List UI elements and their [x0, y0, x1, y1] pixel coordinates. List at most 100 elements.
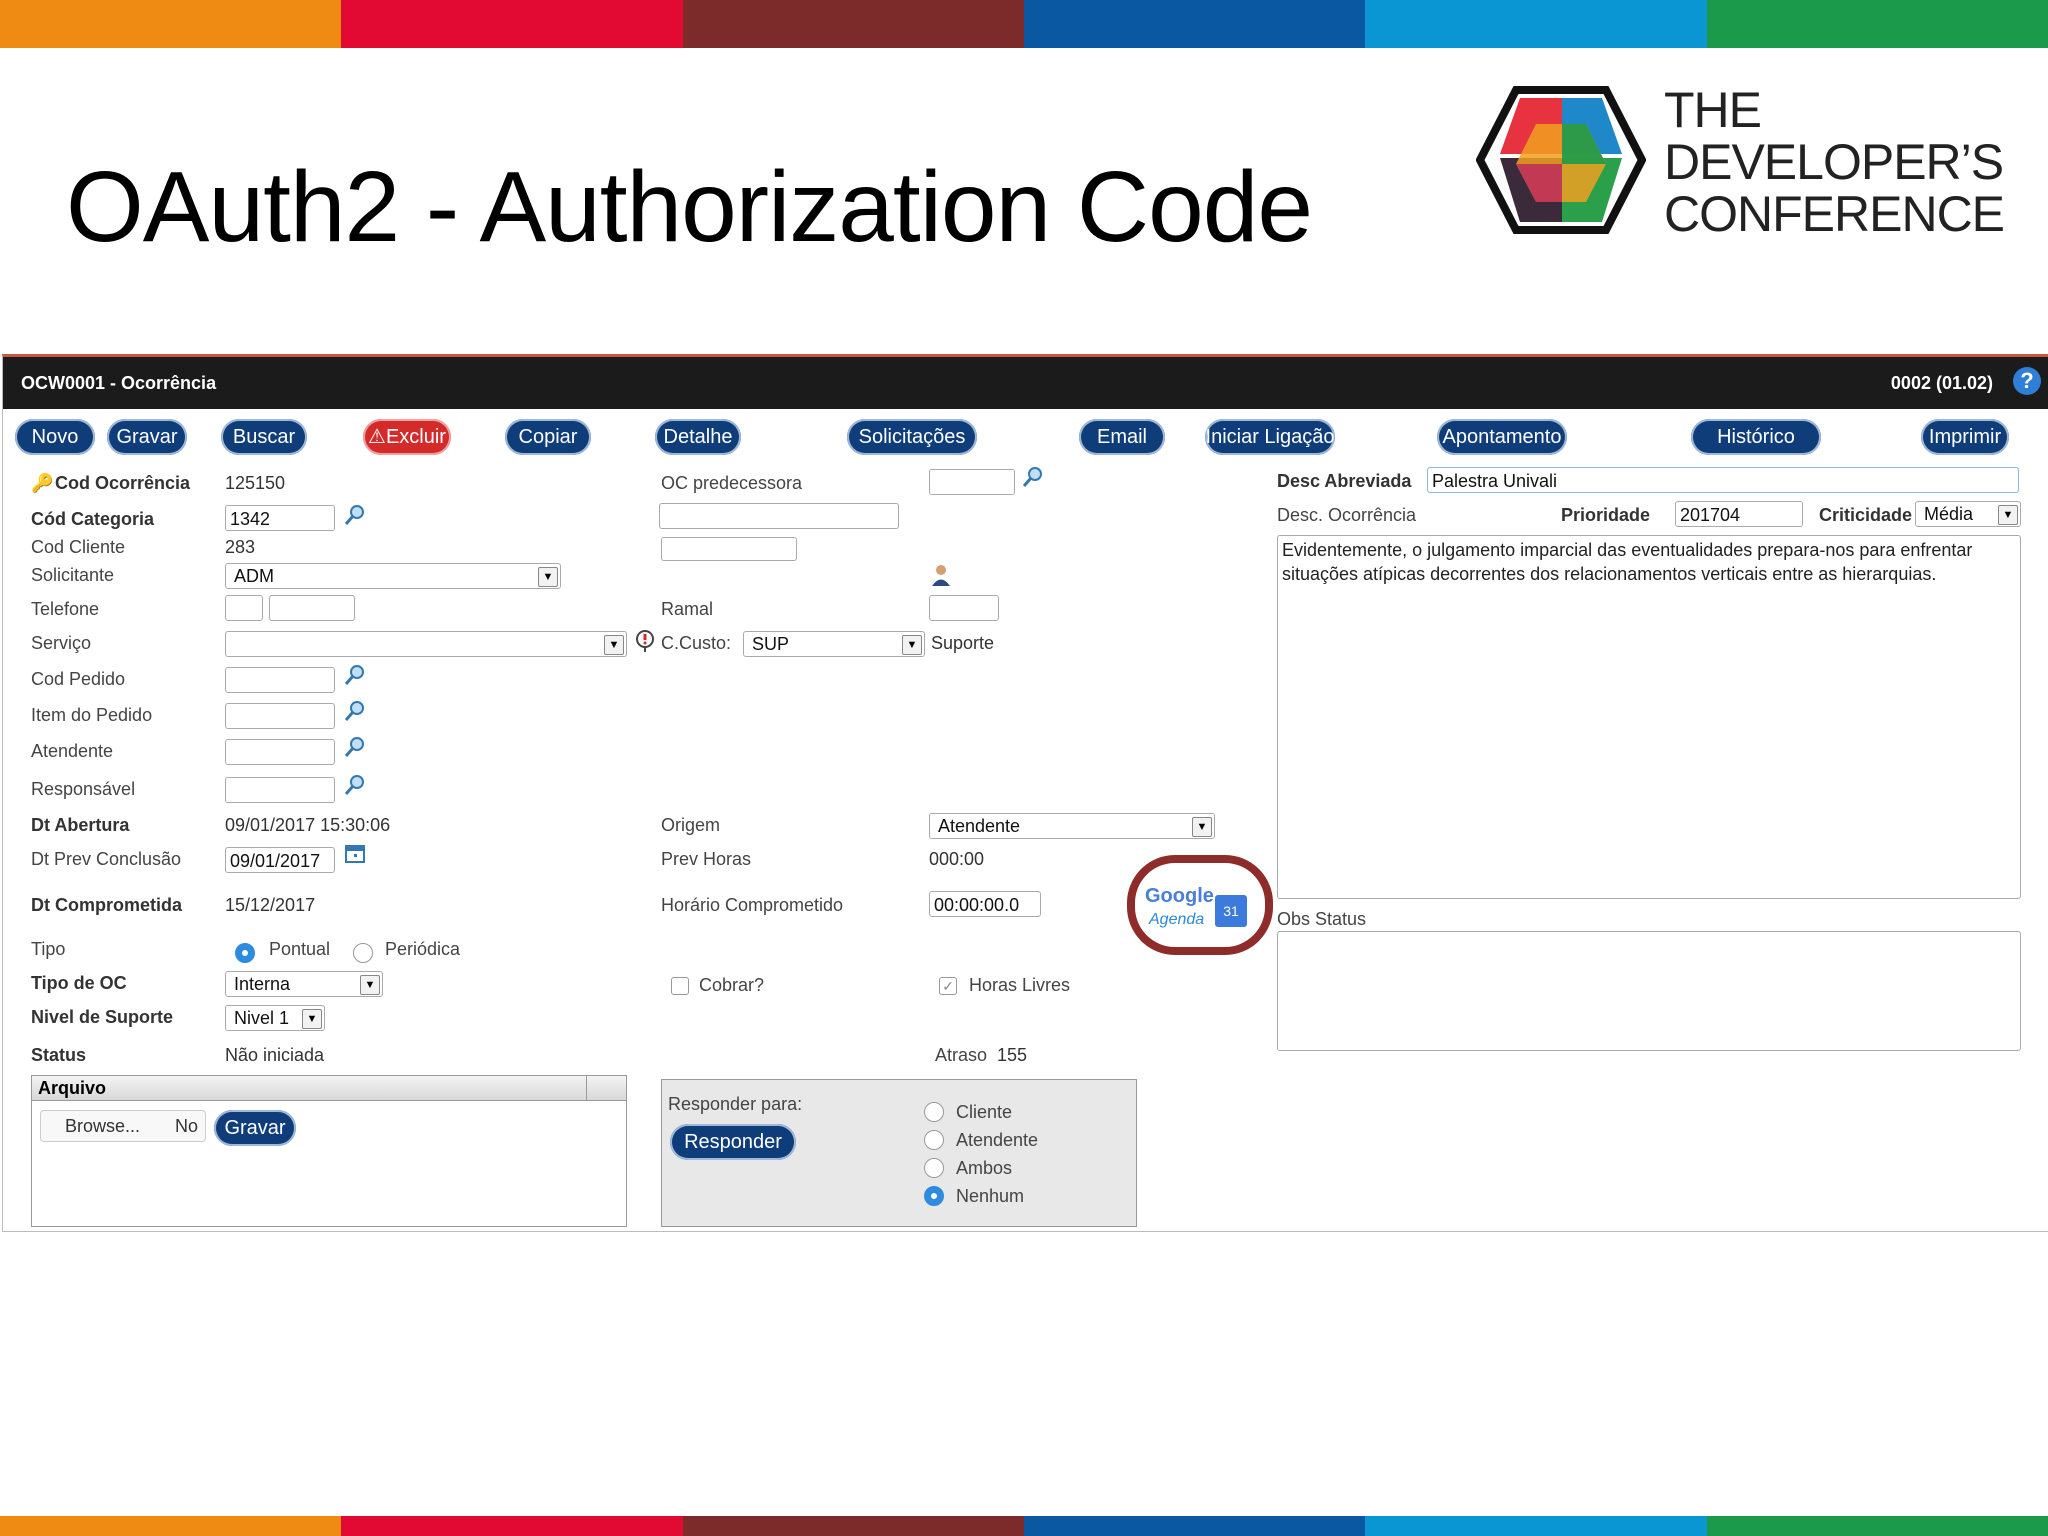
gravar-button[interactable]: Gravar — [107, 419, 187, 455]
responder-ambos-radio[interactable] — [924, 1158, 944, 1178]
dt-prev-conclusao-input[interactable]: 09/01/2017 — [225, 847, 335, 873]
telefone-label: Telefone — [31, 599, 100, 619]
prev-horas-label: Prev Horas — [661, 849, 752, 869]
calendar-icon: 31 — [1215, 895, 1247, 927]
desc-abreviada-label: Desc Abreviada — [1277, 471, 1412, 491]
cod-pedido-input[interactable] — [225, 667, 335, 693]
status-label: Status — [31, 1045, 87, 1065]
excluir-button[interactable]: ⚠Excluir — [363, 419, 451, 455]
oc-predecessora-desc-input[interactable] — [659, 503, 899, 529]
obs-status-label: Obs Status — [1277, 909, 1367, 929]
file-input[interactable]: Browse... No — [40, 1110, 206, 1142]
tipo-oc-select[interactable]: Interna ▼ — [225, 971, 383, 997]
servico-select[interactable]: ▼ — [225, 631, 627, 657]
solicitante-select[interactable]: ADM ▼ — [225, 563, 561, 589]
search-icon[interactable] — [343, 773, 367, 797]
atraso-value: 155 — [997, 1045, 1028, 1065]
buscar-button[interactable]: Buscar — [221, 419, 307, 455]
horario-comprometido-input[interactable]: 00:00:00.0 — [929, 891, 1041, 917]
chevron-down-icon: ▼ — [1192, 817, 1212, 837]
solicitante-label: Solicitante — [31, 565, 115, 585]
google-brand: Google — [1145, 885, 1214, 907]
responder-cliente-label: Cliente — [956, 1102, 1013, 1122]
atendente-input[interactable] — [225, 739, 335, 765]
apontamento-button[interactable]: Apontamento — [1437, 419, 1567, 455]
horas-livres-label: Horas Livres — [969, 975, 1071, 995]
origem-select[interactable]: Atendente ▼ — [929, 813, 1215, 839]
responder-cliente-radio[interactable] — [924, 1102, 944, 1122]
chevron-down-icon: ▼ — [1998, 505, 2018, 525]
chevron-down-icon: ▼ — [604, 635, 624, 655]
cod-categoria-input[interactable]: 1342 — [225, 505, 335, 531]
copiar-button[interactable]: Copiar — [505, 419, 591, 455]
ramal-input[interactable] — [929, 595, 999, 621]
detalhe-button[interactable]: Detalhe — [655, 419, 741, 455]
arquivo-title: Arquivo — [38, 1078, 107, 1098]
horas-livres-checkbox[interactable]: ✓ — [939, 977, 957, 995]
search-icon[interactable] — [1021, 465, 1045, 489]
telefone-input[interactable] — [269, 595, 355, 621]
servico-label: Serviço — [31, 633, 92, 653]
calendar-icon[interactable] — [343, 841, 367, 865]
desc-ocorrencia-textarea[interactable]: Evidentemente, o julgamento imparcial da… — [1277, 535, 2021, 899]
browse-label: Browse... — [65, 1116, 141, 1136]
help-icon[interactable]: ? — [2013, 367, 2041, 395]
arquivo-panel: Arquivo Browse... No Gravar — [31, 1075, 627, 1227]
responder-atendente-radio[interactable] — [924, 1130, 944, 1150]
conference-logo: THE DEVELOPER’S CONFERENCE — [1476, 84, 2036, 244]
bottom-color-stripe — [0, 1516, 2048, 1536]
iniciar-ligacao-button[interactable]: Iniciar Ligação — [1205, 419, 1335, 455]
telefone-ddd-input[interactable] — [225, 595, 263, 621]
ccusto-desc: Suporte — [931, 633, 995, 653]
prioridade-input[interactable]: 201704 — [1675, 501, 1803, 527]
ccusto-select[interactable]: SUP ▼ — [743, 631, 925, 657]
search-icon[interactable] — [343, 699, 367, 723]
solicitacoes-button[interactable]: Solicitações — [847, 419, 977, 455]
imprimir-button[interactable]: Imprimir — [1921, 419, 2009, 455]
ccusto-label: C.Custo: — [661, 633, 732, 653]
dt-comprometida-label: Dt Comprometida — [31, 895, 183, 915]
search-icon[interactable] — [343, 663, 367, 687]
dt-comprometida-value: 15/12/2017 — [225, 895, 316, 915]
criticidade-select[interactable]: Média ▼ — [1915, 501, 2021, 527]
arquivo-gravar-button[interactable]: Gravar — [214, 1110, 296, 1146]
excluir-label: Excluir — [385, 426, 446, 448]
desc-abreviada-input[interactable]: Palestra Univali — [1427, 467, 2019, 493]
tipo-pontual-radio[interactable] — [235, 943, 255, 963]
logo-line-2: DEVELOPER’S — [1664, 134, 2004, 190]
responder-panel: Responder para: Responder Cliente Atende… — [661, 1079, 1137, 1227]
window-version: 0002 (01.02) — [1890, 373, 1993, 393]
nivel-suporte-value: Nivel 1 — [234, 1008, 290, 1028]
user-icon[interactable] — [929, 563, 953, 587]
responder-nenhum-radio[interactable] — [924, 1186, 944, 1206]
nivel-suporte-label: Nivel de Suporte — [31, 1007, 174, 1027]
warning-icon: ⚠ — [368, 426, 386, 448]
nivel-suporte-select[interactable]: Nivel 1 ▼ — [225, 1005, 325, 1031]
search-icon[interactable] — [343, 735, 367, 759]
tipo-periodica-radio[interactable] — [353, 943, 373, 963]
solicitante-value: ADM — [234, 566, 274, 586]
origem-label: Origem — [661, 815, 721, 835]
historico-button[interactable]: Histórico — [1691, 419, 1821, 455]
cube-logo-icon — [1476, 86, 1646, 234]
agenda-label: Agenda — [1149, 911, 1205, 928]
cobrar-checkbox[interactable] — [671, 977, 689, 995]
oc-predecessora-label: OC predecessora — [661, 473, 803, 493]
email-button[interactable]: Email — [1079, 419, 1165, 455]
responder-ambos-label: Ambos — [956, 1158, 1013, 1178]
item-pedido-input[interactable] — [225, 703, 335, 729]
search-icon[interactable] — [343, 503, 367, 527]
ccusto-value: SUP — [752, 634, 790, 654]
cod-ocorrencia-label: Cod Ocorrência — [55, 473, 191, 493]
responsavel-input[interactable] — [225, 777, 335, 803]
google-agenda-button[interactable]: Google Agenda 31 — [1143, 885, 1253, 941]
obs-status-textarea[interactable] — [1277, 931, 2021, 1051]
top-color-stripe — [0, 0, 2048, 48]
novo-button[interactable]: Novo — [15, 419, 95, 455]
responder-nenhum-label: Nenhum — [956, 1186, 1025, 1206]
arquivo-header: Arquivo — [32, 1076, 626, 1101]
oc-predecessora-input[interactable] — [929, 469, 1015, 495]
responder-button[interactable]: Responder — [670, 1124, 796, 1160]
ramal-label: Ramal — [661, 599, 714, 619]
extra-input[interactable] — [661, 537, 797, 561]
